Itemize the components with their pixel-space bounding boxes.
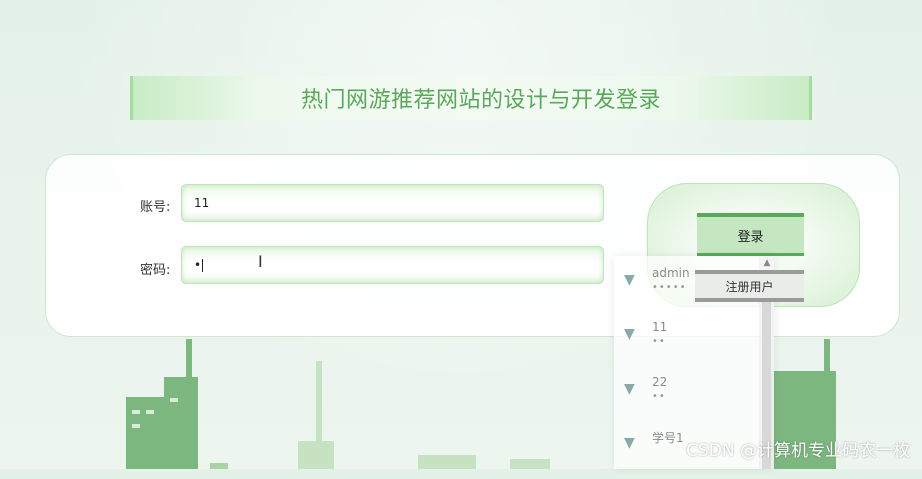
autocomplete-item[interactable]: ▼ 11 •• <box>624 320 754 370</box>
register-button[interactable]: 注册用户 <box>695 270 804 302</box>
text-caret <box>202 259 204 272</box>
building-window <box>132 410 140 414</box>
password-label: 密码: <box>140 263 171 278</box>
chevron-down-icon: ▼ <box>624 435 635 451</box>
password-input[interactable]: • <box>181 246 604 284</box>
building <box>126 397 164 469</box>
chevron-down-icon: ▼ <box>624 326 635 342</box>
building-antenna <box>316 361 322 469</box>
building <box>210 463 228 469</box>
autocomplete-username: 学号1 <box>652 431 684 445</box>
autocomplete-username: 11 <box>652 320 668 334</box>
building <box>418 455 476 469</box>
account-input-value: 11 <box>194 196 210 210</box>
chevron-down-icon: ▼ <box>624 272 635 288</box>
building-antenna <box>186 339 192 469</box>
autocomplete-username: 22 <box>652 375 668 389</box>
autocomplete-item[interactable]: ▼ 22 •• <box>624 375 754 425</box>
account-input[interactable]: 11 <box>181 184 604 222</box>
password-input-value: • <box>194 258 202 272</box>
watermark: CSDN @计算机专业码农一枚 <box>686 441 910 461</box>
building <box>510 459 550 469</box>
ibeam-cursor-icon: I <box>258 252 263 271</box>
chevron-down-icon: ▼ <box>624 381 635 397</box>
building-window <box>146 410 154 414</box>
autocomplete-password-mask: •• <box>652 336 666 347</box>
building-window <box>132 424 140 428</box>
scroll-up-icon[interactable]: ▲ <box>760 256 774 270</box>
autocomplete-password-mask: •• <box>652 391 666 402</box>
account-label: 账号: <box>140 200 171 215</box>
login-button[interactable]: 登录 <box>697 213 804 256</box>
building <box>164 377 198 469</box>
page-title: 热门网游推荐网站的设计与开发登录 <box>300 88 661 113</box>
autocomplete-username: admin <box>652 266 690 280</box>
title-banner: 热门网游推荐网站的设计与开发登录 <box>130 76 812 120</box>
building-window <box>170 398 178 402</box>
autocomplete-password-mask: ••••• <box>652 282 687 293</box>
